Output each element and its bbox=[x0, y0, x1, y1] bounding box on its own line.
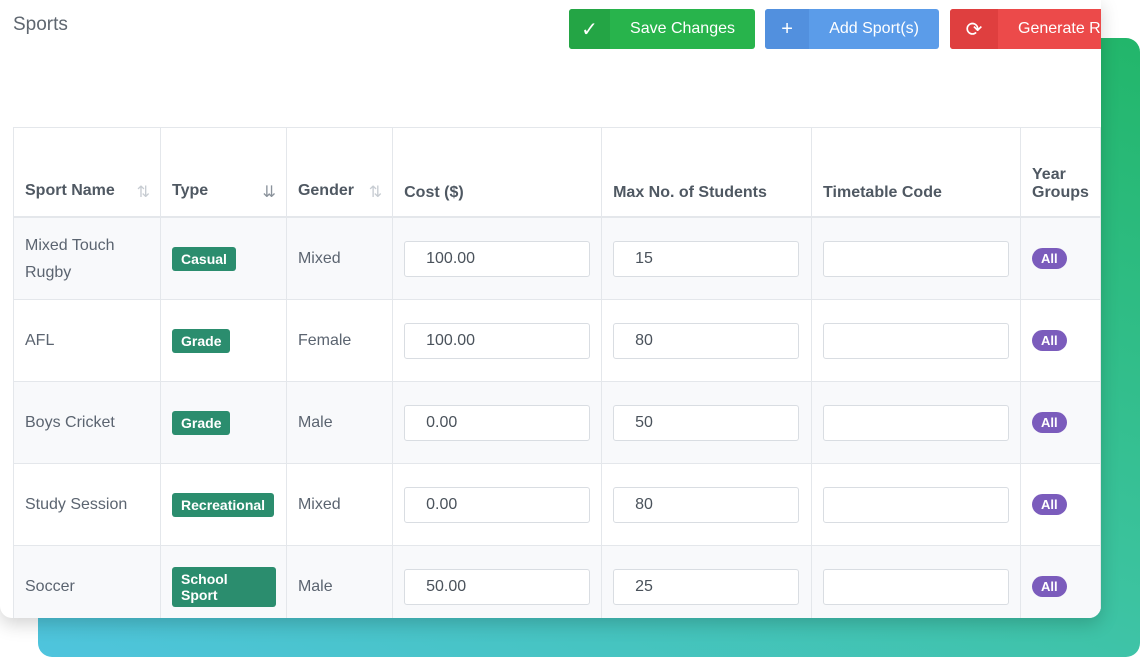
gender-cell: Mixed bbox=[285, 463, 394, 546]
gender-cell: Female bbox=[285, 299, 394, 382]
type-badge: Grade bbox=[172, 410, 231, 435]
sport-name-cell: Boys Cricket bbox=[12, 381, 162, 464]
year-groups-cell: All bbox=[1020, 216, 1101, 300]
type-cell: Grade bbox=[160, 381, 287, 464]
year-groups-cell: All bbox=[1020, 299, 1101, 382]
max-students-input[interactable] bbox=[613, 568, 800, 605]
year-groups-pill[interactable]: All bbox=[1032, 494, 1067, 515]
save-changes-button[interactable]: ✓ Save Changes bbox=[569, 9, 755, 49]
add-sports-label: Add Sport(s) bbox=[829, 20, 919, 37]
max-students-cell bbox=[601, 299, 813, 382]
sport-name-cell: Study Session bbox=[12, 463, 162, 546]
table-row: Study Session Recreational Mixed All bbox=[12, 463, 1101, 546]
generate-button[interactable]: ⟳ Generate Ro bbox=[950, 9, 1101, 49]
column-header-year-groups: Year Groups bbox=[1020, 127, 1101, 218]
year-groups-header-line-1: Year bbox=[1032, 166, 1066, 183]
table-header-row: Sport Name ⇅ Type ⇊ Gender ⇅ Cost ($) Ma… bbox=[12, 127, 1101, 218]
timetable-code-cell bbox=[811, 299, 1021, 382]
type-header-label: Type bbox=[172, 182, 209, 199]
year-groups-pill[interactable]: All bbox=[1032, 576, 1067, 597]
year-groups-cell: All bbox=[1020, 545, 1101, 618]
max-students-cell bbox=[601, 545, 813, 618]
cost-input[interactable] bbox=[404, 240, 591, 277]
max-students-input[interactable] bbox=[613, 404, 800, 441]
sort-icon[interactable]: ⇅ bbox=[369, 182, 382, 202]
type-cell: Grade bbox=[160, 299, 287, 382]
year-groups-pill[interactable]: All bbox=[1032, 248, 1067, 269]
cost-cell bbox=[392, 216, 603, 300]
year-groups-cell: All bbox=[1020, 463, 1101, 546]
column-header-cost: Cost ($) bbox=[392, 127, 603, 218]
refresh-icon: ⟳ bbox=[950, 9, 998, 49]
gender-cell: Male bbox=[285, 381, 394, 464]
cost-cell bbox=[392, 545, 603, 618]
year-groups-pill[interactable]: All bbox=[1032, 330, 1067, 351]
max-students-input[interactable] bbox=[613, 486, 800, 523]
gender-cell: Mixed bbox=[285, 216, 394, 300]
gender-header-label: Gender bbox=[297, 182, 354, 199]
sort-descending-icon[interactable]: ⇊ bbox=[263, 182, 276, 202]
timetable-code-cell bbox=[811, 216, 1021, 300]
timetable-code-cell bbox=[811, 545, 1021, 618]
max-students-input[interactable] bbox=[613, 322, 800, 359]
type-cell: Recreational bbox=[160, 463, 287, 546]
timetable-code-input[interactable] bbox=[823, 404, 1010, 441]
max-students-cell bbox=[601, 463, 813, 546]
type-cell: School Sport bbox=[160, 545, 287, 618]
column-header-gender[interactable]: Gender ⇅ bbox=[285, 127, 394, 218]
type-badge: Recreational bbox=[172, 492, 275, 517]
cost-cell bbox=[392, 381, 603, 464]
sport-name-cell: Soccer bbox=[12, 545, 162, 618]
type-badge: Grade bbox=[172, 328, 231, 353]
timetable-code-input[interactable] bbox=[823, 486, 1010, 523]
type-badge: School Sport bbox=[172, 566, 276, 607]
year-groups-cell: All bbox=[1020, 381, 1101, 464]
column-header-type[interactable]: Type ⇊ bbox=[160, 127, 287, 218]
table-row: Soccer School Sport Male All bbox=[12, 545, 1101, 618]
add-sports-button[interactable]: + Add Sport(s) bbox=[765, 9, 939, 49]
sport-name-cell: AFL bbox=[12, 299, 162, 382]
page-title: Sports bbox=[13, 14, 68, 35]
type-badge: Casual bbox=[172, 246, 236, 271]
generate-label: Generate Ro bbox=[1018, 20, 1101, 37]
sports-card: Sports ✓ Save Changes + Add Sport(s) ⟳ G… bbox=[0, 0, 1101, 618]
timetable-code-cell bbox=[811, 463, 1021, 546]
cost-cell bbox=[392, 299, 603, 382]
column-header-max-students: Max No. of Students bbox=[601, 127, 813, 218]
timetable-code-input[interactable] bbox=[823, 322, 1010, 359]
cost-input[interactable] bbox=[404, 322, 591, 359]
timetable-code-cell bbox=[811, 381, 1021, 464]
sort-icon[interactable]: ⇅ bbox=[137, 182, 150, 202]
type-cell: Casual bbox=[160, 216, 287, 300]
max-students-cell bbox=[601, 381, 813, 464]
max-students-cell bbox=[601, 216, 813, 300]
gender-cell: Male bbox=[285, 545, 394, 618]
table-row: Boys Cricket Grade Male All bbox=[12, 381, 1101, 464]
sport-name-cell: Mixed Touch Rugby bbox=[12, 216, 162, 300]
column-header-sport-name[interactable]: Sport Name ⇅ bbox=[12, 127, 162, 218]
cost-cell bbox=[392, 463, 603, 546]
table-row: Mixed Touch Rugby Casual Mixed All bbox=[12, 216, 1101, 300]
plus-icon: + bbox=[765, 9, 810, 49]
year-groups-header-line-2: Groups bbox=[1032, 184, 1089, 201]
check-icon: ✓ bbox=[569, 9, 611, 49]
save-changes-label: Save Changes bbox=[630, 20, 735, 37]
sport-name-header-label: Sport Name bbox=[25, 182, 115, 199]
column-header-timetable-code: Timetable Code bbox=[811, 127, 1021, 218]
sports-table: Sport Name ⇅ Type ⇊ Gender ⇅ Cost ($) Ma… bbox=[12, 127, 1101, 618]
max-students-input[interactable] bbox=[613, 240, 800, 277]
cost-input[interactable] bbox=[404, 568, 591, 605]
table-row: AFL Grade Female All bbox=[12, 299, 1101, 382]
cost-input[interactable] bbox=[404, 404, 591, 441]
timetable-code-input[interactable] bbox=[823, 240, 1010, 277]
timetable-code-input[interactable] bbox=[823, 568, 1010, 605]
cost-input[interactable] bbox=[404, 486, 591, 523]
year-groups-pill[interactable]: All bbox=[1032, 412, 1067, 433]
